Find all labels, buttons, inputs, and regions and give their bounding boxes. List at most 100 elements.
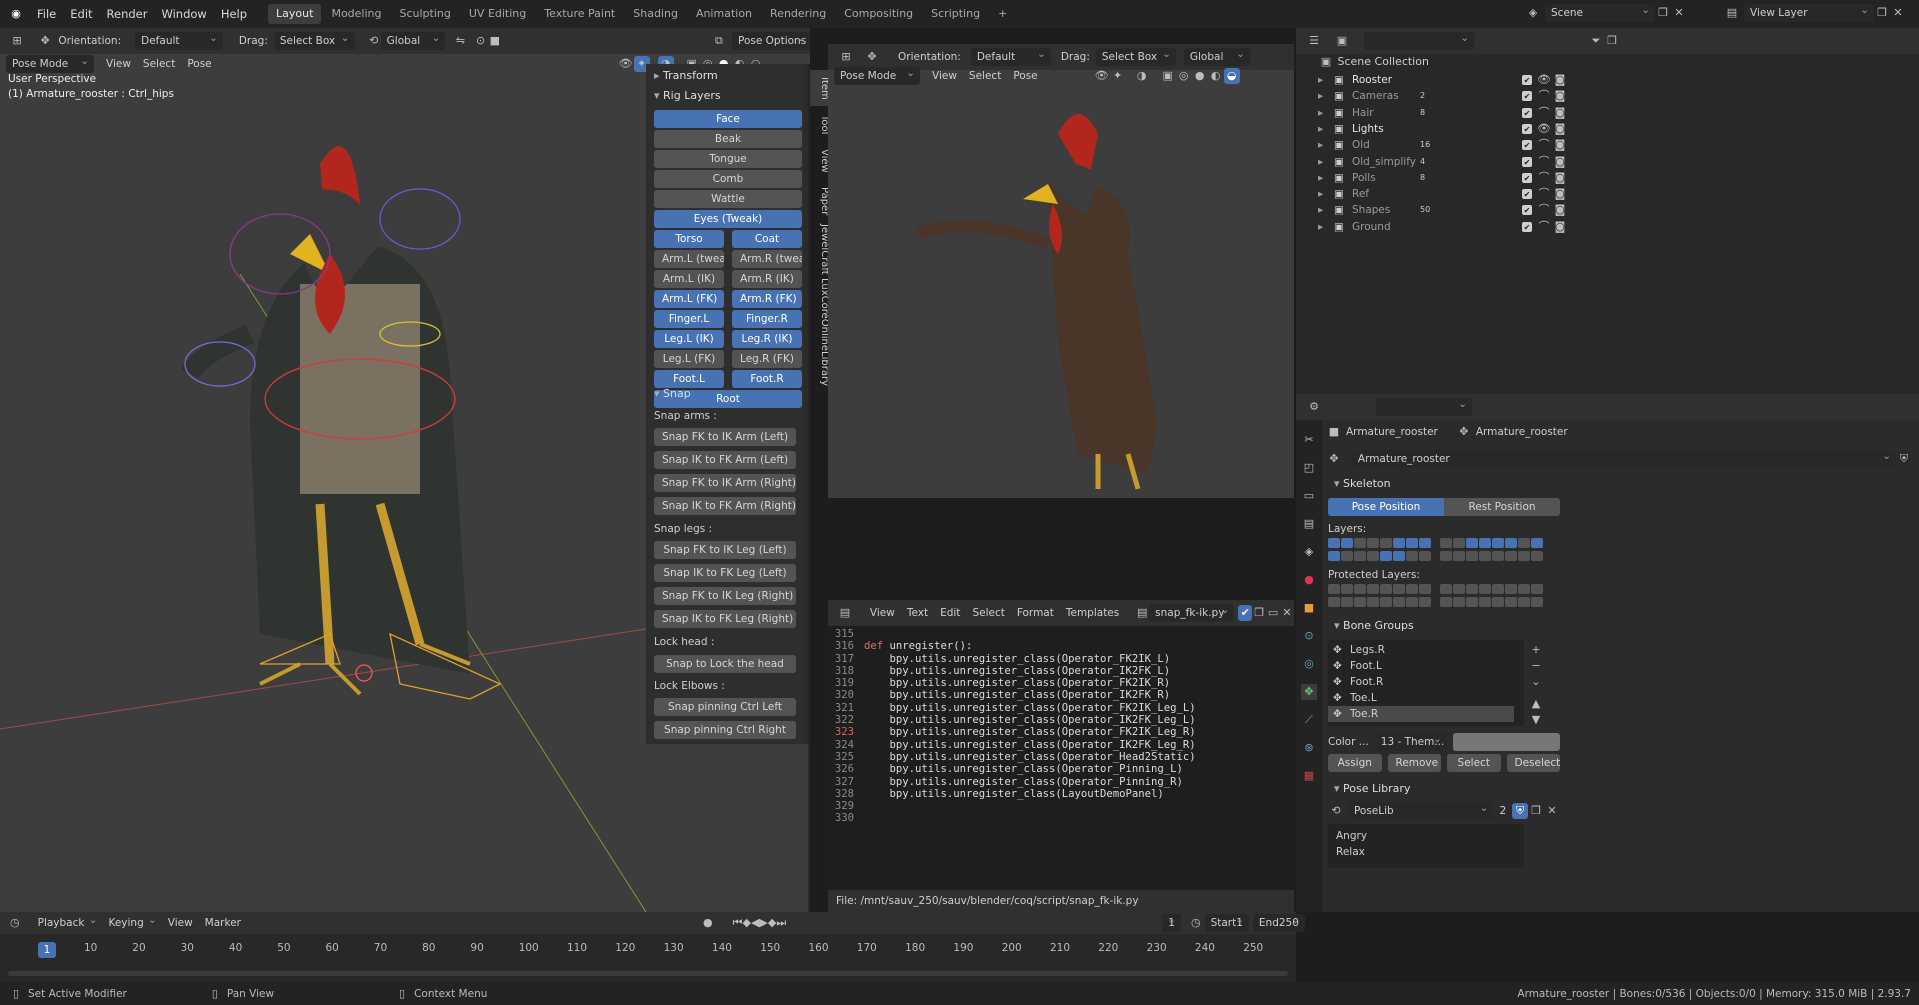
layer-toggle[interactable] xyxy=(1505,538,1517,548)
layer-toggle[interactable] xyxy=(1479,584,1491,594)
transform-pivot-icon[interactable]: ✥ xyxy=(864,49,880,65)
rig-layer-button[interactable]: Wattle xyxy=(654,190,802,208)
rig-layer-button[interactable]: Eyes (Tweak) xyxy=(654,210,802,228)
output-tab-icon[interactable]: ▭ xyxy=(1301,488,1317,504)
layer-toggle[interactable] xyxy=(1419,597,1431,607)
layer-toggle[interactable] xyxy=(1367,597,1379,607)
color-set-dropdown[interactable]: 13 - Them... xyxy=(1374,730,1447,751)
drag-dropdown[interactable]: Select Box xyxy=(1095,45,1176,66)
layer-toggle[interactable] xyxy=(1380,538,1392,548)
layer-toggle[interactable] xyxy=(1328,597,1340,607)
render-camera-icon[interactable]: ◙ xyxy=(1552,72,1568,88)
layer-toggle[interactable] xyxy=(1505,597,1517,607)
layer-toggle[interactable] xyxy=(1518,584,1530,594)
bone-group-menu-icon[interactable]: ⌄ xyxy=(1528,674,1544,690)
timeline[interactable]: ◷ Playback Keying View Marker ● ⏮ ◆ ◀ ▶ … xyxy=(0,911,1305,982)
layer-toggle[interactable] xyxy=(1328,551,1340,561)
viewport-3d-scene[interactable] xyxy=(0,74,646,912)
blender-logo-icon[interactable]: ◉ xyxy=(8,6,24,22)
editor-type-icon[interactable]: ⊞ xyxy=(10,33,24,49)
layer-toggle[interactable] xyxy=(1492,551,1504,561)
protected-layers-grid[interactable] xyxy=(1328,584,1568,610)
menu-edit[interactable]: Edit xyxy=(934,607,966,619)
sidebar-tab-luxcore[interactable]: LuxCoreOnlineLibrary xyxy=(810,278,830,386)
menu-pose[interactable]: Pose xyxy=(181,58,217,70)
layer-toggle[interactable] xyxy=(1440,597,1452,607)
menu-help[interactable]: Help xyxy=(214,0,254,28)
layer-toggle[interactable] xyxy=(1380,551,1392,561)
snap-lock-head-button[interactable]: Snap to Lock the head xyxy=(654,655,796,673)
expand-arrow-icon[interactable]: ▸ xyxy=(1318,202,1323,218)
menu-view[interactable]: View xyxy=(864,607,901,619)
sidebar-tab-jewelcraft[interactable]: JewelCraft xyxy=(810,224,830,275)
menu-text[interactable]: Text xyxy=(901,607,934,619)
menu-view[interactable]: View xyxy=(100,58,137,70)
layer-toggle[interactable] xyxy=(1406,597,1418,607)
layer-toggle[interactable] xyxy=(1354,551,1366,561)
menu-templates[interactable]: Templates xyxy=(1060,607,1125,619)
layer-toggle[interactable] xyxy=(1393,538,1405,548)
sidebar-tab-tool[interactable]: Tool xyxy=(810,110,830,140)
rig-layer-button[interactable]: Comb xyxy=(654,170,802,188)
rig-layer-button[interactable]: Arm.R (tweak) xyxy=(732,250,802,268)
expand-arrow-icon[interactable]: ▸ xyxy=(1318,219,1323,235)
object-tab-icon[interactable]: ■ xyxy=(1301,600,1317,616)
tab-scripting[interactable]: Scripting xyxy=(923,4,988,24)
layer-toggle[interactable] xyxy=(1393,597,1405,607)
layer-toggle[interactable] xyxy=(1531,584,1543,594)
layer-toggle[interactable] xyxy=(1531,538,1543,548)
expand-arrow-icon[interactable]: ▸ xyxy=(1318,121,1323,137)
snap-button[interactable]: Snap IK to FK Leg (Right) xyxy=(654,610,796,628)
rest-position-button[interactable]: Rest Position xyxy=(1444,498,1560,516)
menu-format[interactable]: Format xyxy=(1011,607,1060,619)
visibility-eye-icon[interactable]: 👁 xyxy=(1536,72,1552,88)
rig-layer-button[interactable]: Arm.R (FK) xyxy=(732,290,802,308)
rig-layer-button[interactable]: Leg.L (IK) xyxy=(654,330,724,348)
gizmo-icon[interactable]: ✦ xyxy=(1110,68,1126,84)
layer-toggle[interactable] xyxy=(1518,597,1530,607)
layer-toggle[interactable] xyxy=(1531,597,1543,607)
layer-toggle[interactable] xyxy=(1380,584,1392,594)
visibility-eye-icon[interactable]: ⌒ xyxy=(1536,202,1552,218)
layer-toggle[interactable] xyxy=(1367,551,1379,561)
snap-icon[interactable]: ⊙ xyxy=(474,33,488,49)
new-view-layer-icon[interactable]: ❐ xyxy=(1874,5,1890,21)
visibility-icon[interactable]: 👁 xyxy=(1094,68,1110,84)
layer-toggle[interactable] xyxy=(1341,597,1353,607)
rig-layer-button[interactable]: Arm.L (FK) xyxy=(654,290,724,308)
layer-toggle[interactable] xyxy=(1453,584,1465,594)
rig-layer-button[interactable]: Arm.R (IK) xyxy=(732,270,802,288)
transform-panel-header[interactable]: Transform xyxy=(646,66,804,86)
bone-groups-list[interactable]: ✥ Legs.R ✥ Foot.L ✥ Foot.R ✥ Toe.L ✥ Toe.R xyxy=(1328,640,1524,726)
delete-scene-icon[interactable]: ✕ xyxy=(1671,5,1687,21)
layer-toggle[interactable] xyxy=(1492,584,1504,594)
jump-start-icon[interactable]: ⏮ xyxy=(733,915,743,931)
viewport-secondary[interactable]: ⊞ ✥ Orientation: Default Drag: Select Bo… xyxy=(828,44,1294,498)
layer-toggle[interactable] xyxy=(1354,538,1366,548)
layer-toggle[interactable] xyxy=(1367,538,1379,548)
rig-layers-panel-header[interactable]: Rig Layers xyxy=(646,86,804,106)
visibility-eye-icon[interactable]: ⌒ xyxy=(1536,137,1552,153)
tab-uv-editing[interactable]: UV Editing xyxy=(461,4,534,24)
layer-toggle[interactable] xyxy=(1380,597,1392,607)
timeline-scrollbar[interactable] xyxy=(8,971,1288,976)
close-text-icon[interactable]: ✕ xyxy=(1280,605,1294,621)
snap-button[interactable]: Snap IK to FK Arm (Left) xyxy=(654,451,796,469)
render-camera-icon[interactable]: ◙ xyxy=(1552,88,1568,104)
orientation-dropdown[interactable]: Default xyxy=(135,29,223,50)
editor-type-icon[interactable]: ⊞ xyxy=(838,49,854,65)
start-frame-field[interactable]: Start 1 xyxy=(1204,911,1249,932)
new-scene-icon[interactable]: ❐ xyxy=(1655,5,1671,21)
layer-toggle[interactable] xyxy=(1518,538,1530,548)
layer-toggle[interactable] xyxy=(1505,584,1517,594)
exclude-checkbox[interactable]: ✔ xyxy=(1522,123,1532,134)
select-button[interactable]: Select xyxy=(1447,754,1501,772)
poselib-fake-user-icon[interactable]: ⛨ xyxy=(1512,803,1529,819)
menu-pose[interactable]: Pose xyxy=(1007,70,1043,82)
tab-texture-paint[interactable]: Texture Paint xyxy=(536,4,623,24)
bone-group-item[interactable]: ✥ Toe.L xyxy=(1328,690,1514,706)
layer-toggle[interactable] xyxy=(1518,551,1530,561)
play-icon[interactable]: ▶ xyxy=(759,915,767,931)
display-mode-icon[interactable]: ▣ xyxy=(1334,33,1350,49)
bone-group-item[interactable]: ✥ Foot.L xyxy=(1328,658,1514,674)
